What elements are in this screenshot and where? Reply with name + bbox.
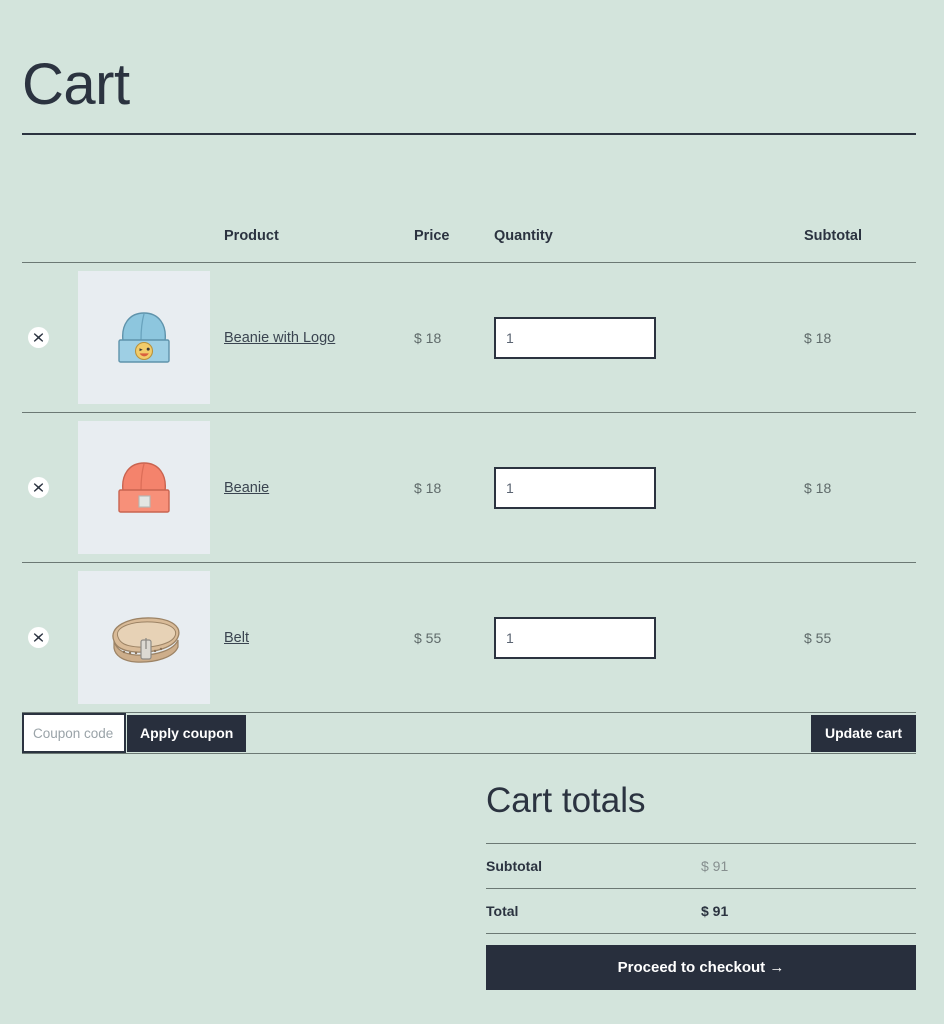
thumbnail-cell [78, 412, 224, 563]
cart-totals-title: Cart totals [486, 781, 646, 820]
product-link[interactable]: Beanie with Logo [224, 330, 335, 346]
coupon-input[interactable] [22, 713, 126, 753]
column-header-quantity: Quantity [494, 228, 804, 263]
remove-item-button[interactable] [28, 327, 49, 348]
update-cart-cell: Update cart [494, 712, 916, 754]
product-name-cell: Belt [224, 562, 414, 713]
cart-totals-table: Subtotal $ 91 Total $ 91 [486, 842, 916, 934]
column-header-product: Product [224, 228, 414, 263]
product-thumbnail[interactable] [78, 271, 210, 404]
thumbnail-cell [78, 562, 224, 713]
product-price: $ 55 [414, 562, 494, 713]
product-name-cell: Beanie [224, 412, 414, 563]
thumbnail-cell [78, 262, 224, 413]
remove-cell [22, 562, 78, 713]
product-price: $ 18 [414, 412, 494, 563]
column-header-price: Price [414, 228, 494, 263]
totals-row-total: Total $ 91 [486, 887, 916, 934]
remove-cell [22, 262, 78, 413]
page-title: Cart [22, 51, 130, 117]
update-cart-button[interactable]: Update cart [810, 714, 916, 752]
row-subtotal: $ 18 [804, 412, 916, 563]
close-x-icon [33, 333, 44, 342]
tan-leather-belt-icon [112, 616, 180, 663]
table-row: Beanie $ 18 $ 18 [22, 412, 916, 563]
table-row: Beanie with Logo $ 18 $ 18 [22, 262, 916, 413]
totals-value-total: $ 91 [701, 887, 916, 934]
column-header-thumbnail [78, 228, 224, 263]
product-link[interactable]: Beanie [224, 480, 269, 496]
totals-row-subtotal: Subtotal $ 91 [486, 842, 916, 888]
cart-totals-section: Cart totals Subtotal $ 91 Total $ 91 [486, 781, 916, 934]
cart-items-table: Product Price Quantity Subtotal Beanie w… [22, 228, 916, 754]
quantity-cell [494, 262, 804, 413]
totals-label-total: Total [486, 887, 701, 934]
blue-beanie-with-logo-icon [118, 311, 170, 363]
coupon-group: Apply coupon [22, 713, 494, 753]
close-x-icon [33, 633, 44, 642]
cart-table-head: Product Price Quantity Subtotal [22, 228, 916, 263]
cart-actions-row: Apply coupon Update cart [22, 712, 916, 754]
cart-page: Cart Product Price Quantity Subtotal Bea… [0, 0, 944, 1024]
red-beanie-icon [118, 461, 170, 513]
quantity-input[interactable] [494, 316, 656, 359]
quantity-input[interactable] [494, 466, 656, 509]
totals-value-subtotal: $ 91 [701, 842, 916, 888]
coupon-cell: Apply coupon [22, 712, 494, 754]
product-thumbnail[interactable] [78, 571, 210, 704]
column-header-remove [22, 228, 78, 263]
product-name-cell: Beanie with Logo [224, 262, 414, 413]
quantity-cell [494, 562, 804, 713]
apply-coupon-button[interactable]: Apply coupon [127, 714, 247, 752]
quantity-cell [494, 412, 804, 563]
cart-table-header-row: Product Price Quantity Subtotal [22, 228, 916, 263]
quantity-input[interactable] [494, 616, 656, 659]
product-link[interactable]: Belt [224, 630, 249, 646]
row-subtotal: $ 55 [804, 562, 916, 713]
product-price: $ 18 [414, 262, 494, 413]
cart-table-body: Beanie with Logo $ 18 $ 18 [22, 262, 916, 754]
product-thumbnail[interactable] [78, 421, 210, 554]
totals-label-subtotal: Subtotal [486, 842, 701, 888]
row-subtotal: $ 18 [804, 262, 916, 413]
remove-cell [22, 412, 78, 563]
remove-item-button[interactable] [28, 627, 49, 648]
table-row: Belt $ 55 $ 55 [22, 562, 916, 713]
proceed-to-checkout-button[interactable]: Proceed to checkout → [486, 945, 916, 990]
title-divider [22, 133, 916, 135]
close-x-icon [33, 483, 44, 492]
remove-item-button[interactable] [28, 477, 49, 498]
column-header-subtotal: Subtotal [804, 228, 916, 263]
